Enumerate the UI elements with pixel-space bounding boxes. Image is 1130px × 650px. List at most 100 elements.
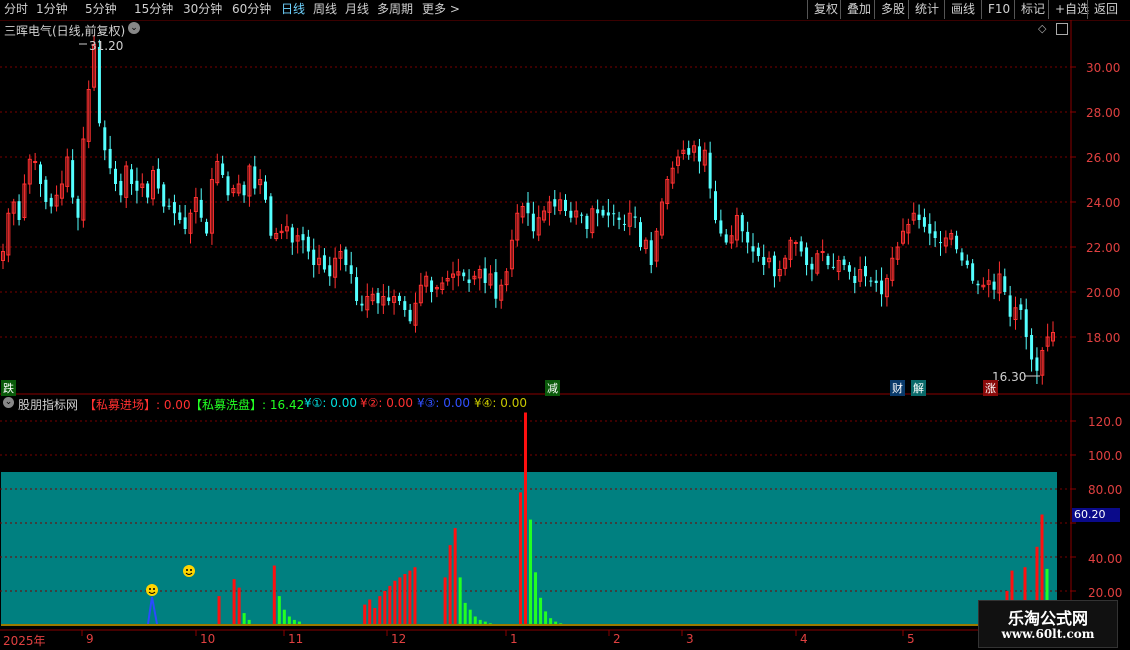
candle-body bbox=[408, 309, 412, 322]
candle-body bbox=[965, 260, 969, 265]
candle-body bbox=[724, 234, 728, 243]
candle-body bbox=[183, 217, 187, 229]
chart-title: 三晖电气(日线,前复权) bbox=[4, 24, 126, 38]
inflow-bar bbox=[408, 570, 412, 625]
x-axis-label: 10 bbox=[200, 632, 216, 646]
candle-body bbox=[108, 148, 112, 169]
candle-body bbox=[306, 236, 310, 252]
candle-body bbox=[1024, 309, 1028, 337]
window-icon[interactable] bbox=[1056, 23, 1068, 35]
candle-body bbox=[633, 216, 637, 218]
candle-body bbox=[569, 210, 573, 218]
x-axis-label: 2025年 bbox=[3, 634, 46, 648]
candle-body bbox=[880, 280, 884, 295]
candle-body bbox=[253, 166, 257, 189]
x-axis-label: 9 bbox=[86, 632, 94, 646]
candle-body bbox=[403, 301, 407, 310]
candle-body bbox=[199, 199, 203, 218]
price-tick: 20.00 bbox=[1086, 286, 1121, 300]
washout-bar bbox=[549, 618, 553, 625]
candle-body bbox=[328, 265, 332, 277]
candle-body bbox=[531, 213, 535, 232]
candle-body bbox=[33, 161, 38, 163]
current-value-label: 60.20 bbox=[1074, 508, 1106, 521]
x-axis-label: 3 bbox=[686, 632, 694, 646]
chevron-down-icon[interactable]: ⌄ bbox=[3, 397, 14, 408]
candle-body bbox=[869, 280, 873, 282]
candle-body bbox=[612, 213, 616, 215]
candle-body bbox=[746, 231, 750, 243]
candle-body bbox=[355, 277, 359, 301]
indicator-tick: 40.00 bbox=[1088, 552, 1123, 566]
watermark-title: 乐淘公式网 bbox=[1007, 609, 1088, 628]
event-tag-drop[interactable]: 跌 bbox=[1, 380, 16, 396]
inflow-bar bbox=[388, 585, 392, 625]
diamond-icon[interactable]: ◇ bbox=[1038, 22, 1046, 35]
event-tag-reduce[interactable]: 减 bbox=[545, 380, 560, 396]
candle-body bbox=[799, 241, 803, 252]
inflow-bar bbox=[237, 587, 241, 625]
candle-body bbox=[162, 184, 166, 207]
chart-canvas bbox=[0, 20, 1130, 636]
inflow-bar bbox=[383, 591, 387, 625]
candle-body bbox=[740, 215, 744, 232]
inflow-bar bbox=[378, 596, 382, 625]
x-axis-label: 11 bbox=[288, 632, 304, 646]
candle-body bbox=[242, 184, 246, 196]
chevron-down-icon[interactable]: ⌄ bbox=[128, 22, 140, 34]
candle-body bbox=[312, 249, 316, 265]
candle-body bbox=[933, 231, 937, 238]
candle-body bbox=[831, 266, 835, 268]
candle-body bbox=[172, 202, 176, 214]
candle-body bbox=[992, 281, 996, 290]
candle-body bbox=[483, 268, 487, 283]
candle-body bbox=[596, 209, 600, 214]
candle-body bbox=[853, 275, 857, 283]
candle-body bbox=[1008, 295, 1012, 317]
x-axis-label: 12 bbox=[391, 632, 407, 646]
washout-bar bbox=[534, 572, 538, 625]
candle-body bbox=[585, 215, 589, 229]
candle-body bbox=[167, 205, 171, 207]
candle-body bbox=[1035, 357, 1039, 371]
candle-body bbox=[1003, 276, 1007, 292]
washout-bar bbox=[463, 602, 467, 625]
candle-body bbox=[842, 259, 846, 265]
candle-body bbox=[387, 297, 391, 301]
legend-entry-4: ¥④: 0.00 bbox=[474, 396, 527, 410]
inflow-bar bbox=[448, 545, 452, 625]
inflow-bar bbox=[453, 528, 457, 625]
candle-body bbox=[97, 46, 101, 124]
washout-bar bbox=[544, 611, 548, 625]
candle-body bbox=[719, 220, 723, 234]
price-tick: 24.00 bbox=[1086, 196, 1121, 210]
candle-body bbox=[708, 152, 712, 189]
inflow-bar bbox=[518, 492, 522, 625]
smiley-figure-icon bbox=[183, 565, 195, 577]
candle-body bbox=[874, 280, 878, 283]
washout-bar bbox=[539, 597, 543, 625]
candle-body bbox=[376, 292, 380, 304]
x-axis-label: 2 bbox=[613, 632, 621, 646]
candle-body bbox=[349, 265, 353, 274]
inflow-bar bbox=[363, 604, 367, 625]
candle-body bbox=[649, 240, 653, 265]
candle-body bbox=[146, 183, 150, 198]
candle-body bbox=[322, 255, 326, 270]
candle-body bbox=[71, 160, 75, 198]
legend-entry-2: ¥②: 0.00 bbox=[360, 396, 413, 410]
price-tick: 18.00 bbox=[1086, 331, 1121, 345]
washout-bar bbox=[529, 519, 533, 625]
candle-body bbox=[939, 242, 942, 244]
washout-bar bbox=[277, 596, 281, 625]
candle-body bbox=[955, 235, 959, 250]
candle-body bbox=[264, 181, 267, 200]
event-tag-rise[interactable]: 涨 bbox=[983, 380, 998, 396]
inflow-bar bbox=[398, 577, 402, 625]
candle-body bbox=[960, 252, 964, 261]
event-tag-unlock[interactable]: 解 bbox=[911, 380, 926, 396]
candle-body bbox=[103, 127, 107, 151]
candle-body bbox=[290, 227, 294, 243]
candle-body bbox=[820, 251, 825, 253]
event-tag-finance[interactable]: 财 bbox=[890, 380, 905, 396]
